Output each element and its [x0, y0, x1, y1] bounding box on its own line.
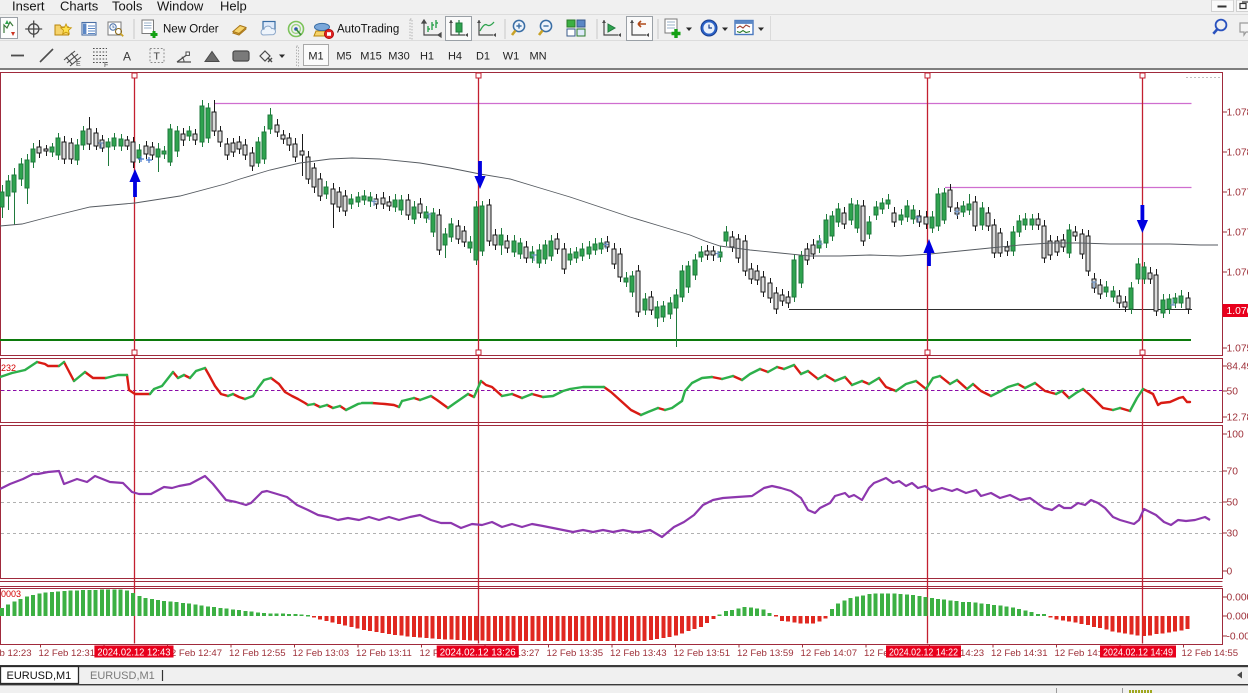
svg-text:AutoTrading: AutoTrading [337, 24, 399, 36]
svg-text:100: 100 [1227, 430, 1244, 441]
svg-text:M1: M1 [308, 51, 323, 63]
svg-text:E: E [76, 61, 81, 68]
svg-text:12 Feb 12:47: 12 Feb 12:47 [166, 648, 223, 659]
svg-text:0003: 0003 [1, 589, 21, 599]
svg-text:12 Feb 12:55: 12 Feb 12:55 [229, 648, 286, 659]
svg-text:12 Feb 13:03: 12 Feb 13:03 [293, 648, 350, 659]
svg-text:1.0780: 1.0780 [1227, 148, 1248, 159]
svg-text:0: 0 [1227, 567, 1233, 578]
svg-text:H1: H1 [420, 51, 434, 63]
svg-text:1.0755: 1.0755 [1227, 344, 1248, 355]
svg-text:Window: Window [157, 0, 204, 14]
svg-text:MN: MN [529, 51, 546, 63]
svg-text:12 Feb 14:07: 12 Feb 14:07 [801, 648, 858, 659]
svg-text:2024.02.12 14:49: 2024.02.12 14:49 [1103, 648, 1173, 659]
svg-text:New Order: New Order [163, 24, 219, 36]
svg-text:0.0003: 0.0003 [1227, 593, 1248, 604]
svg-text:84.49: 84.49 [1227, 362, 1248, 373]
svg-text:A: A [123, 50, 131, 64]
svg-text:1.0760: 1.0760 [1227, 306, 1248, 317]
svg-text:M15: M15 [360, 51, 381, 63]
svg-text:W1: W1 [503, 51, 520, 63]
svg-text:1.0770: 1.0770 [1227, 228, 1248, 239]
svg-text:Insert: Insert [12, 0, 45, 14]
svg-text:-0.0003: -0.0003 [1227, 632, 1248, 643]
svg-text:12 Feb 14:55: 12 Feb 14:55 [1182, 648, 1239, 659]
svg-text:EURUSD,M1: EURUSD,M1 [90, 670, 155, 682]
svg-text:12 Feb 12:23: 12 Feb 12:23 [0, 648, 32, 659]
svg-text:1.0775: 1.0775 [1227, 188, 1248, 199]
svg-text:0.0000: 0.0000 [1227, 612, 1248, 623]
svg-text:2024.02.12 14:22: 2024.02.12 14:22 [889, 648, 958, 659]
svg-text:F: F [104, 62, 108, 69]
svg-text:12 Feb 13:11: 12 Feb 13:11 [356, 648, 412, 659]
svg-text:M30: M30 [388, 51, 409, 63]
svg-text:2024.02.12 12:43: 2024.02.12 12:43 [97, 648, 171, 659]
svg-text:M5: M5 [336, 51, 351, 63]
svg-text:12 Feb 13:51: 12 Feb 13:51 [674, 648, 731, 659]
svg-text:12 Feb 12:31: 12 Feb 12:31 [39, 648, 96, 659]
svg-text:12.78: 12.78 [1227, 413, 1248, 424]
svg-text:2024.02.12 13:26: 2024.02.12 13:26 [440, 648, 516, 659]
svg-text:30: 30 [1227, 529, 1239, 540]
svg-text:50: 50 [1227, 498, 1239, 509]
svg-text:Tools: Tools [112, 0, 143, 14]
svg-text:12 Feb 13:43: 12 Feb 13:43 [610, 648, 667, 659]
svg-text:D1: D1 [476, 51, 490, 63]
svg-text:50: 50 [1227, 387, 1239, 398]
svg-text:H4: H4 [448, 51, 462, 63]
svg-text:1.0765: 1.0765 [1227, 268, 1248, 279]
svg-text:Charts: Charts [60, 0, 99, 14]
svg-text:T: T [154, 51, 161, 63]
svg-text:232: 232 [1, 363, 16, 373]
svg-text:Help: Help [220, 0, 247, 14]
svg-text:1.0785: 1.0785 [1227, 108, 1248, 119]
svg-text:12 Feb 13:35: 12 Feb 13:35 [547, 648, 604, 659]
svg-text:70: 70 [1227, 467, 1239, 478]
svg-text:12 Feb 14:31: 12 Feb 14:31 [991, 648, 1048, 659]
svg-text:EURUSD,M1: EURUSD,M1 [7, 670, 72, 682]
svg-text:12 Feb 13:59: 12 Feb 13:59 [737, 648, 794, 659]
